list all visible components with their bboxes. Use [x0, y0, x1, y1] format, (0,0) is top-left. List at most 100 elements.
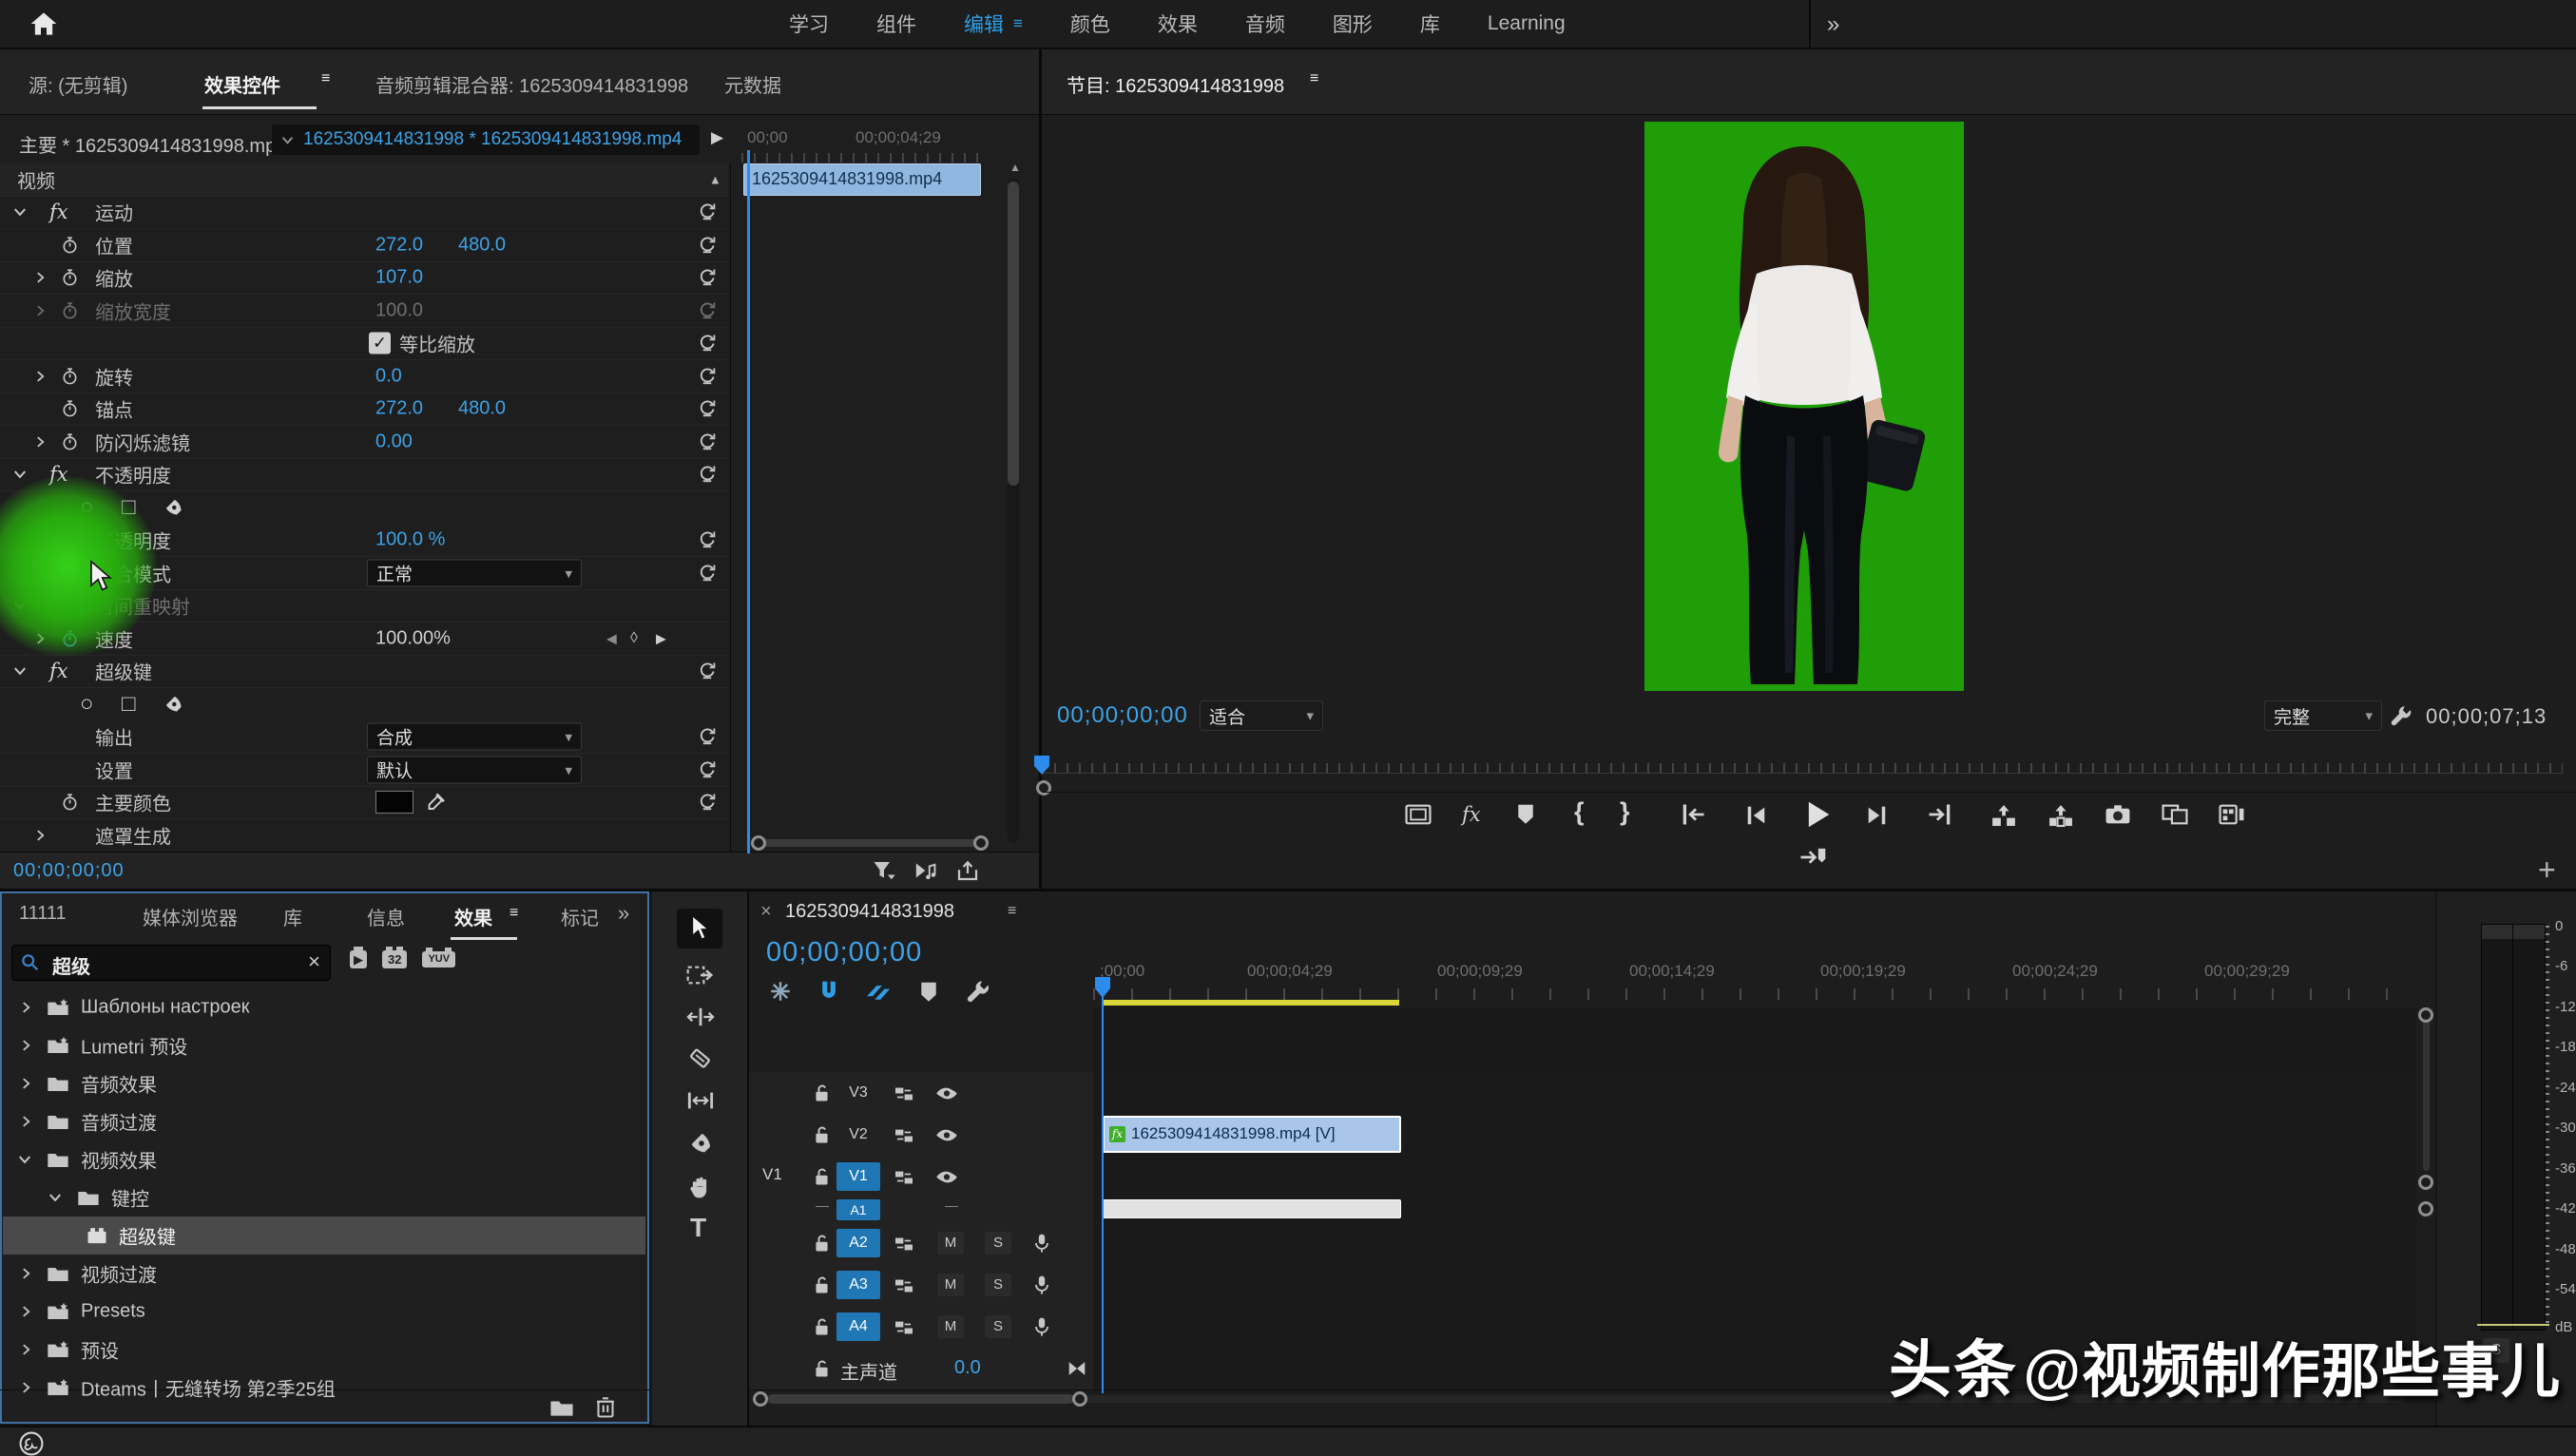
tab-metadata[interactable]: 元数据	[724, 70, 781, 98]
caret-right-icon[interactable]	[20, 1002, 32, 1014]
program-ruler[interactable]	[1042, 756, 2576, 776]
workspace-tab-learning[interactable]: Learning	[1488, 12, 1566, 35]
search-input[interactable]: 超级	[52, 951, 90, 979]
stopwatch-icon[interactable]	[61, 433, 79, 451]
lock-icon[interactable]	[814, 1317, 830, 1336]
play-button[interactable]	[1802, 799, 1833, 830]
nest-insert-icon[interactable]	[768, 979, 793, 1004]
lock-icon[interactable]	[814, 1125, 830, 1144]
accelerated-effects-badge[interactable]: ▶	[350, 950, 367, 968]
next-keyframe-icon[interactable]: ▶	[656, 631, 666, 647]
caret-right-icon[interactable]	[20, 1382, 32, 1394]
track-content-a1[interactable]	[1093, 1197, 2416, 1223]
stopwatch-icon[interactable]	[61, 794, 79, 812]
tab-source-monitor[interactable]: 源: (无剪辑)	[29, 70, 127, 98]
program-scroll-handle[interactable]	[1036, 780, 1051, 795]
snap-magnet-icon[interactable]	[817, 979, 840, 1004]
position-x-value[interactable]: 272.0	[375, 235, 423, 257]
position-y-value[interactable]: 480.0	[458, 235, 506, 257]
playback-quality-select[interactable]: 完整 ▾	[2264, 700, 2382, 731]
ec-row-antiflicker[interactable]: 防闪烁滤镜 0.00	[0, 426, 728, 459]
ec-scrollbar-thumb[interactable]	[1008, 182, 1019, 486]
rect-mask-icon[interactable]: □	[122, 691, 136, 718]
step-back-icon[interactable]	[1743, 803, 1768, 828]
lock-icon[interactable]	[814, 1234, 830, 1253]
tab-markers[interactable]: 标记	[561, 903, 605, 930]
source-patch-v1[interactable]: V1	[762, 1165, 782, 1184]
settings-wrench-icon[interactable]	[2390, 704, 2413, 727]
reset-icon[interactable]	[698, 760, 717, 779]
caret-right-icon[interactable]	[20, 1116, 32, 1128]
collapse-up-icon[interactable]: ▲	[709, 173, 721, 187]
mute-button[interactable]: M	[937, 1315, 964, 1338]
workspace-tab-learn[interactable]: 学习	[789, 10, 829, 38]
tab-effects[interactable]: 效果	[454, 903, 492, 930]
caret-right-icon[interactable]	[34, 272, 47, 284]
ec-mini-scrollbar[interactable]	[751, 835, 989, 851]
workspace-tab-libraries[interactable]: 库	[1420, 10, 1440, 38]
track-content-v1[interactable]	[1093, 1156, 2416, 1198]
stopwatch-icon[interactable]	[61, 400, 79, 418]
delete-icon[interactable]	[595, 1395, 616, 1418]
ec-scrollbar-track[interactable]	[1008, 178, 1019, 843]
mute-button[interactable]: M	[937, 1274, 964, 1296]
mark-in-icon[interactable]: {	[1574, 797, 1585, 827]
track-content-a3[interactable]	[1093, 1264, 2416, 1307]
tab-effect-controls[interactable]: 效果控件	[204, 70, 280, 98]
filter-keyframes-icon[interactable]	[873, 860, 895, 881]
video-clip[interactable]: fx 1625309414831998.mp4 [V]	[1103, 1116, 1401, 1153]
timeline-timecode[interactable]: 00;00;00;00	[766, 937, 922, 968]
ec-row-matte-generation[interactable]: 遮罩生成	[0, 819, 728, 853]
extract-icon[interactable]	[2047, 803, 2074, 828]
add-marker-icon[interactable]	[918, 981, 939, 1004]
solo-button[interactable]: S	[985, 1315, 1011, 1338]
workspace-tab-assembly[interactable]: 组件	[876, 10, 916, 38]
reset-icon[interactable]	[698, 465, 717, 484]
program-timecode[interactable]: 00;00;00;00	[1057, 702, 1188, 729]
lift-icon[interactable]	[1990, 803, 2017, 828]
selection-tool[interactable]	[677, 909, 722, 948]
caret-down-icon[interactable]	[18, 1153, 31, 1166]
timeline-panel-menu-icon[interactable]: ≡	[1008, 903, 1016, 920]
button-editor-icon[interactable]	[2219, 803, 2245, 826]
tab-project[interactable]: 11111	[19, 903, 67, 925]
track-header-a2[interactable]: A2 M S	[749, 1222, 1093, 1265]
ellipse-mask-icon[interactable]: ○	[80, 691, 94, 718]
effect-controls-panel-menu-icon[interactable]: ≡	[321, 70, 330, 87]
track-content-a2[interactable]	[1093, 1222, 2416, 1265]
step-forward-icon[interactable]	[1865, 803, 1890, 828]
pen-mask-icon[interactable]	[163, 498, 183, 518]
tab-libraries[interactable]: 库	[283, 903, 302, 930]
audio-clip[interactable]	[1103, 1199, 1401, 1218]
mark-out-icon[interactable]: }	[1620, 797, 1630, 827]
add-button-icon[interactable]: +	[2538, 853, 2556, 888]
reset-icon[interactable]	[698, 236, 717, 255]
tree-item-presets-cn[interactable]: 预设	[3, 1331, 645, 1369]
vzoom-handle-top[interactable]	[2418, 1007, 2433, 1023]
lock-icon[interactable]	[814, 1167, 830, 1186]
ec-row-rotation[interactable]: 旋转 0.0	[0, 360, 728, 393]
scale-value[interactable]: 107.0	[375, 267, 423, 289]
tree-item-lumetri-presets[interactable]: Lumetri 预设	[3, 1026, 645, 1064]
tab-program-monitor[interactable]: 节目: 1625309414831998	[1067, 70, 1284, 98]
workspace-tab-effects[interactable]: 效果	[1158, 10, 1198, 38]
tab-info[interactable]: 信息	[367, 903, 405, 930]
track-badge-v2[interactable]: V2	[836, 1121, 880, 1149]
track-badge-a1[interactable]: A1	[836, 1199, 880, 1220]
go-to-out-icon[interactable]	[1926, 801, 1952, 828]
rotation-value[interactable]: 0.0	[375, 366, 402, 388]
ec-row-motion[interactable]: fx 运动	[0, 196, 728, 229]
zoom-handle-left[interactable]	[753, 1391, 768, 1407]
ec-expand-icon[interactable]: ▶	[711, 128, 723, 147]
ec-row-setting[interactable]: 设置 默认 ▾	[0, 754, 728, 787]
ec-row-uniform-scale[interactable]: ✓ 等比缩放	[0, 327, 728, 360]
reset-icon[interactable]	[698, 432, 717, 451]
reset-icon[interactable]	[698, 202, 717, 221]
track-header-a1[interactable]: — A1 —	[749, 1197, 1093, 1223]
ripple-edit-tool[interactable]	[686, 1006, 715, 1028]
scroll-up-icon[interactable]: ▲	[1009, 161, 1021, 174]
master-volume-value[interactable]: 0.0	[954, 1357, 981, 1379]
caret-right-icon[interactable]	[20, 1268, 32, 1280]
reset-icon[interactable]	[698, 530, 717, 549]
32bit-effects-badge[interactable]: 32	[382, 950, 407, 968]
